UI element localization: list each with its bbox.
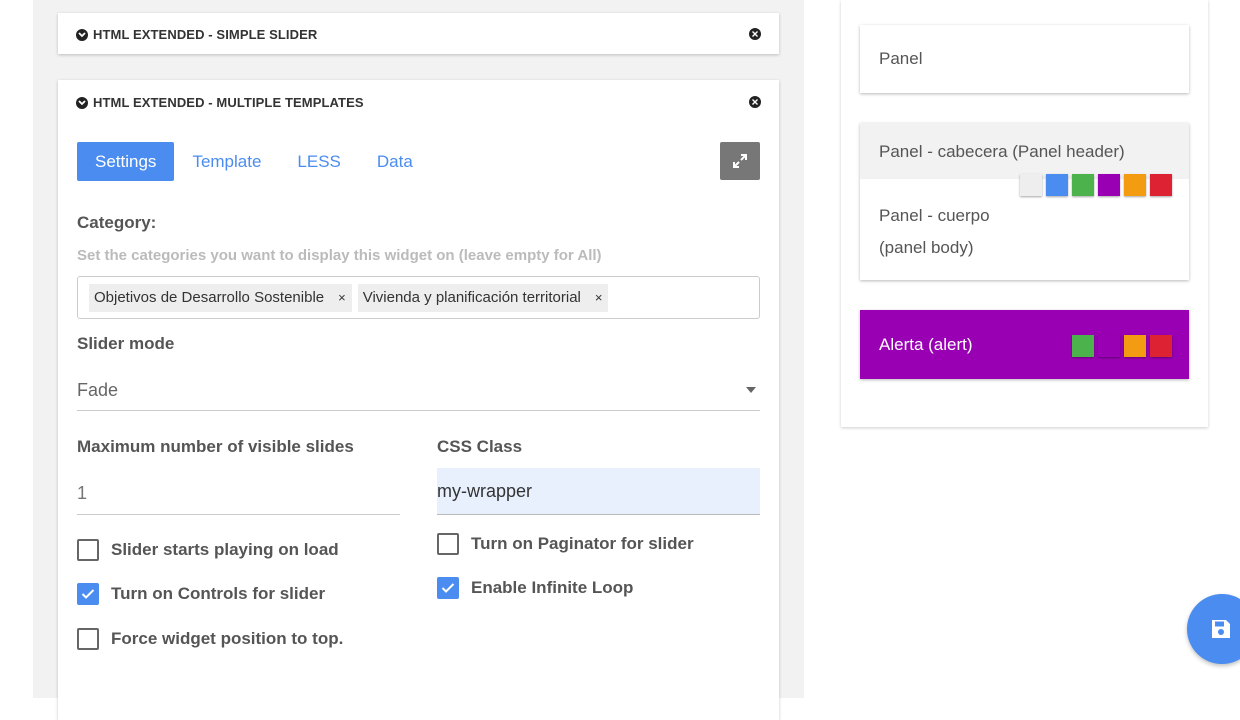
max-slides-input[interactable] — [77, 473, 400, 515]
expand-arrows-icon — [733, 154, 747, 168]
tag-label: Vivienda y planificación territorial — [362, 289, 581, 306]
caret-down-icon — [746, 387, 756, 393]
color-swatch[interactable] — [1072, 174, 1094, 196]
tab-less[interactable]: LESS — [279, 142, 358, 181]
paginator-checkbox[interactable]: Turn on Paginator for slider — [437, 533, 694, 555]
alert-label: Alerta (alert) — [879, 335, 973, 354]
close-icon[interactable] — [749, 96, 761, 108]
color-swatch-picker — [1020, 174, 1172, 196]
tab-template[interactable]: Template — [174, 142, 279, 181]
category-tag: Vivienda y planificación territorial × — [357, 283, 609, 312]
checkbox-label: Force widget position to top. — [111, 629, 344, 648]
widget-header[interactable]: HTML EXTENDED - SIMPLE SLIDER — [76, 27, 317, 42]
css-class-input[interactable] — [437, 468, 760, 515]
widget-header[interactable]: HTML EXTENDED - MULTIPLE TEMPLATES — [76, 95, 364, 110]
checkbox-icon[interactable] — [437, 533, 459, 555]
checkbox-icon[interactable] — [77, 539, 99, 561]
save-button[interactable] — [1187, 594, 1240, 664]
checkmark-icon[interactable] — [77, 583, 99, 605]
infinite-loop-checkbox[interactable]: Enable Infinite Loop — [437, 577, 633, 599]
slider-mode-select[interactable]: Fade — [77, 370, 760, 411]
panel-label: Panel — [879, 49, 923, 68]
tag-label: Objetivos de Desarrollo Sostenible — [94, 289, 325, 306]
widget-multiple-templates: HTML EXTENDED - MULTIPLE TEMPLATES Setti… — [58, 80, 779, 720]
panel-header-label: Panel - cabecera (Panel header) — [879, 142, 1125, 161]
color-swatch[interactable] — [1072, 335, 1094, 357]
tab-settings[interactable]: Settings — [77, 142, 175, 181]
panel-style-option[interactable]: Panel — [860, 25, 1189, 93]
color-swatch[interactable] — [1098, 335, 1120, 357]
widget-title: HTML EXTENDED - SIMPLE SLIDER — [93, 27, 318, 42]
category-tag-input[interactable]: Objetivos de Desarrollo Sostenible × Viv… — [77, 276, 760, 319]
color-swatch[interactable] — [1124, 174, 1146, 196]
slider-mode-value: Fade — [77, 379, 119, 400]
close-icon[interactable] — [749, 28, 761, 40]
chevron-down-icon[interactable] — [76, 96, 88, 109]
panel-body-label-1: Panel - cuerpo — [879, 206, 990, 225]
checkbox-label: Slider starts playing on load — [111, 540, 339, 559]
slider-mode-label: Slider mode — [77, 334, 175, 353]
widget-title: HTML EXTENDED - MULTIPLE TEMPLATES — [93, 95, 364, 110]
category-hint: Set the categories you want to display t… — [77, 247, 602, 264]
autoplay-checkbox[interactable]: Slider starts playing on load — [77, 539, 339, 561]
tab-bar: Settings Template LESS Data — [77, 142, 431, 181]
color-swatch[interactable] — [1046, 174, 1068, 196]
checkbox-label: Turn on Controls for slider — [111, 584, 326, 603]
color-swatch[interactable] — [1098, 174, 1120, 196]
tab-data[interactable]: Data — [359, 142, 431, 181]
max-slides-label: Maximum number of visible slides — [77, 437, 354, 456]
widget-simple-slider: HTML EXTENDED - SIMPLE SLIDER — [58, 13, 779, 54]
color-swatch[interactable] — [1124, 335, 1146, 357]
color-swatch[interactable] — [1150, 335, 1172, 357]
panel-header-style-option[interactable]: Panel - cabecera (Panel header) Panel - … — [860, 123, 1189, 280]
color-swatch-picker — [1072, 335, 1172, 357]
widget-column: HTML EXTENDED - SIMPLE SLIDER HTML EXTEN… — [33, 0, 804, 720]
panel-body-label-2: (panel body) — [879, 238, 974, 257]
checkbox-icon[interactable] — [77, 628, 99, 650]
color-swatch[interactable] — [1150, 174, 1172, 196]
category-tag: Objetivos de Desarrollo Sostenible × — [89, 283, 352, 312]
color-swatch[interactable] — [1020, 174, 1042, 196]
chevron-down-icon[interactable] — [76, 28, 88, 41]
controls-checkbox[interactable]: Turn on Controls for slider — [77, 583, 325, 605]
remove-tag-icon[interactable]: × — [338, 290, 346, 305]
remove-tag-icon[interactable]: × — [595, 290, 603, 305]
category-label: Category: — [77, 213, 157, 232]
style-preview-card: Panel Panel - cabecera (Panel header) Pa… — [841, 0, 1208, 427]
force-top-checkbox[interactable]: Force widget position to top. — [77, 628, 343, 650]
checkbox-label: Turn on Paginator for slider — [471, 534, 694, 553]
alert-style-option[interactable]: Alerta (alert) — [860, 310, 1189, 379]
checkmark-icon[interactable] — [437, 577, 459, 599]
checkbox-label: Enable Infinite Loop — [471, 578, 634, 597]
css-class-label: CSS Class — [437, 437, 523, 456]
floppy-disk-icon — [1212, 620, 1230, 638]
expand-button[interactable] — [720, 142, 760, 180]
